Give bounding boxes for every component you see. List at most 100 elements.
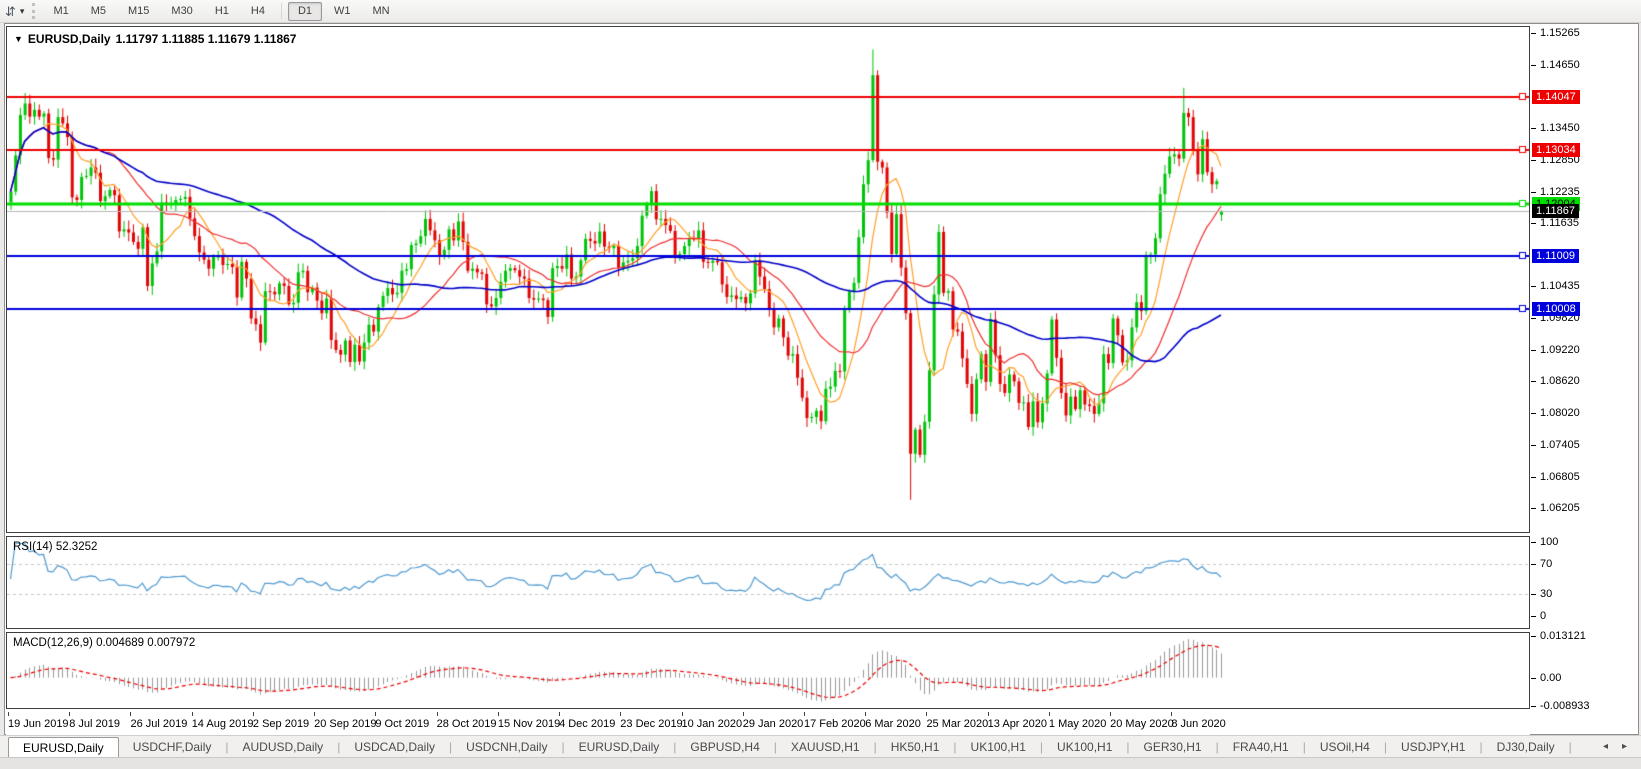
date-tick-mark [130,712,132,716]
chart-tab-usdchf-daily[interactable]: USDCHF,Daily [119,736,226,757]
date-tick-mark [497,712,499,716]
rsi-tick-mark [1531,593,1536,595]
date-tick-mark [742,712,744,716]
rsi-pane[interactable]: RSI(14) 52.3252 [6,536,1530,629]
chart-tab-usdcnh-daily[interactable]: USDCNH,Daily [452,736,561,757]
date-tick-mark [8,712,9,716]
date-label: 6 Mar 2020 [865,718,921,730]
rsi-indicator-label: RSI(14) 52.3252 [13,541,98,553]
price-tick-label: 1.09220 [1540,343,1580,356]
chevron-down-icon[interactable]: ▾ [20,6,25,17]
date-label: 26 Jul 2019 [130,718,188,730]
macd-tick-label: 0.00 [1540,671,1562,684]
chart-tab-audusd-daily[interactable]: AUDUSD,Daily [229,736,338,757]
price-pane[interactable]: ▼ EURUSD,Daily 1.11797 1.11885 1.11679 1… [6,26,1530,533]
hline-price-label: 1.10008 [1532,301,1580,316]
date-tick-mark [1110,712,1112,716]
price-tick-label: 1.13450 [1540,122,1580,135]
hline-price-label: 1.14047 [1532,89,1580,104]
timeframe-button-h4[interactable]: H4 [241,2,275,21]
timeframes-tool-icon[interactable]: ⇵ [5,5,16,18]
date-label: 20 Sep 2019 [314,718,377,730]
date-tick-mark [314,712,316,716]
price-tick-mark [1531,159,1536,161]
date-axis: 19 Jun 2019 8 Jul 2019 26 Jul 2019 14 Aug 2… [6,712,1530,735]
price-tick-label: 1.08020 [1540,406,1580,419]
rsi-tick-mark [1531,564,1536,566]
date-tick-mark [1048,712,1050,716]
price-tick-label: 1.14650 [1540,59,1580,72]
date-label: 4 Dec 2019 [559,718,616,730]
tab-scroll-left-icon[interactable]: ◂ [1603,741,1608,752]
rsi-tick-mark [1531,542,1536,543]
date-label: 15 Nov 2019 [497,718,561,730]
timeframe-button-w1[interactable]: W1 [324,2,361,21]
date-tick-mark [191,712,193,716]
tab-scroll-right-icon[interactable]: ▸ [1622,741,1627,752]
chart-tab-eurusd-daily[interactable]: EURUSD,Daily [8,737,119,757]
chart-title: ▼ EURUSD,Daily 1.11797 1.11885 1.11679 1… [14,32,296,46]
price-axis: 1.15265 1.14650 1.13450 1.12850 1.12235 1.116… [1531,26,1638,533]
date-tick-mark [436,712,438,716]
chart-tab-usdjpy-h1[interactable]: USDJPY,H1 [1387,736,1479,757]
chart-tab-ger30-h1[interactable]: GER30,H1 [1130,736,1216,757]
hline-price-label: 1.11009 [1532,249,1579,264]
chart-tab-uk100-h1[interactable]: UK100,H1 [957,736,1040,757]
chart-dropdown-icon[interactable]: ▼ [14,34,23,44]
price-tick-label: 1.07405 [1540,439,1580,452]
price-tick-mark [1531,381,1536,383]
date-tick-mark [559,712,561,716]
timeframe-button-m1[interactable]: M1 [43,2,78,21]
price-tick-label: 1.08620 [1540,375,1580,388]
price-tick-label: 1.11635 [1540,217,1579,230]
rsi-axis: 100 70 30 0 [1531,536,1638,629]
date-label: 9 Oct 2019 [375,718,430,730]
date-label: 1 May 2020 [1048,718,1107,730]
rsi-tick-label: 100 [1540,536,1559,548]
date-tick-mark [987,712,989,716]
date-tick-mark [69,712,71,716]
date-label: 8 Jul 2019 [69,718,120,730]
macd-tick-mark [1531,636,1536,637]
chart-tab-fra40-h1[interactable]: FRA40,H1 [1219,736,1303,757]
macd-axis: 0.013121 0.00 -0.008933 [1531,630,1638,712]
date-tick-mark [926,712,928,716]
date-label: 25 Mar 2020 [926,718,989,730]
chart-tab-dj30-daily[interactable]: DJ30,Daily [1483,736,1569,757]
chart-tab-usoil-h4[interactable]: USOil,H4 [1306,736,1384,757]
date-label: 2 Sep 2019 [252,718,310,730]
price-tick-label: 1.10435 [1540,280,1580,293]
price-tick-mark [1531,65,1536,67]
price-tick-label: 1.06805 [1540,470,1580,483]
chart-tab-uk100-h1[interactable]: UK100,H1 [1043,736,1126,757]
chart-symbol: EURUSD,Daily [27,32,111,46]
date-tick-mark [1171,712,1173,716]
current-price-label: 1.11867 [1532,204,1579,219]
chart-tab-gbpusd-h4[interactable]: GBPUSD,H4 [676,736,773,757]
timeframe-button-d1[interactable]: D1 [287,1,322,21]
date-tick-mark [252,712,254,716]
date-label: 8 Jun 2020 [1171,718,1226,730]
top-toolbar: ⇵ ▾ M1 M5 M15 M30 H1 H4 D1 W1 MN [0,0,1641,23]
date-label: 28 Oct 2019 [436,718,497,730]
tab-separator: | [1568,739,1572,754]
bottom-strip [0,757,1641,769]
timeframe-button-mn[interactable]: MN [363,2,400,21]
macd-pane[interactable]: MACD(12,26,9) 0.004689 0.007972 [6,632,1530,709]
price-tick-mark [1531,223,1536,225]
date-tick-mark [375,712,377,716]
timeframe-button-m5[interactable]: M5 [81,2,116,21]
timeframe-button-m15[interactable]: M15 [118,2,159,21]
timeframe-button-h1[interactable]: H1 [205,2,239,21]
date-tick-mark [865,712,867,716]
date-label: 20 May 2020 [1110,718,1174,730]
price-tick-mark [1531,445,1536,447]
macd-tick-label: 0.013121 [1540,630,1586,642]
chart-tab-usdcad-daily[interactable]: USDCAD,Daily [340,736,449,757]
chart-tab-xauusd-h1[interactable]: XAUUSD,H1 [777,736,874,757]
toolbar-grip-handle[interactable] [32,3,36,19]
chart-tab-eurusd-daily[interactable]: EURUSD,Daily [565,736,674,757]
date-tick-mark [803,712,805,716]
chart-tab-hk50-h1[interactable]: HK50,H1 [877,736,954,757]
timeframe-button-m30[interactable]: M30 [161,2,202,21]
